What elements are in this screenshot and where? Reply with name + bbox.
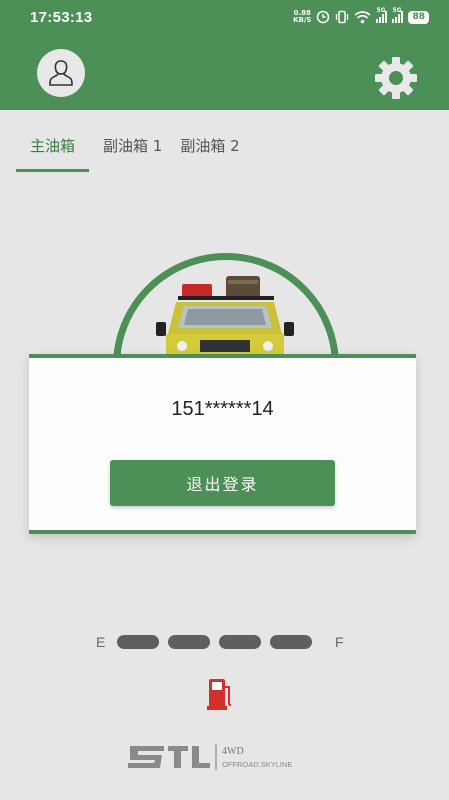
gauge-segment: [117, 635, 159, 649]
status-bar: 17:53:13 0.88 KB/S 5G 5G 88: [0, 0, 449, 34]
tab-aux-tank-2[interactable]: 副油箱 2: [180, 110, 239, 172]
tank-tabs: 主油箱 副油箱 1 副油箱 2: [0, 110, 449, 174]
gear-icon[interactable]: [374, 56, 418, 100]
signal-sim2-icon: 5G: [392, 7, 404, 23]
sim2-tag: 5G: [392, 7, 402, 14]
vehicle-image: [156, 276, 294, 358]
tab-aux-tank-1[interactable]: 副油箱 1: [103, 110, 162, 172]
network-speed-unit: KB/S: [293, 16, 312, 24]
user-avatar-icon[interactable]: [37, 49, 85, 97]
phone-number: 151******14: [171, 398, 274, 420]
gauge-segment: [219, 635, 261, 649]
status-icons: 0.88 KB/S 5G 5G 88: [293, 7, 429, 24]
gauge-empty-label: E: [96, 634, 106, 650]
fuel-pump-icon: [207, 679, 232, 710]
gauge-segment: [168, 635, 210, 649]
network-speed: 0.88 KB/S: [293, 10, 311, 24]
brand-logo-subtext: OFFROAD.SKYLINE: [222, 760, 292, 769]
signal-sim1-icon: 5G: [376, 7, 388, 23]
brand-logo: 4WD OFFROAD.SKYLINE: [128, 744, 292, 770]
battery-indicator: 88: [408, 10, 429, 24]
logout-button[interactable]: 退出登录: [110, 460, 335, 506]
app-bar: [0, 34, 449, 110]
wifi-icon: [354, 11, 371, 24]
gauge-segment: [270, 635, 312, 649]
vibrate-icon: [336, 10, 349, 24]
tab-main-tank[interactable]: 主油箱: [16, 110, 89, 172]
fuel-gauge: E F: [96, 630, 356, 654]
account-card: 151******14 退出登录: [29, 354, 416, 534]
alarm-icon: [317, 10, 330, 24]
gauge-full-label: F: [335, 634, 344, 650]
brand-logo-text: 4WD: [222, 746, 244, 757]
status-time: 17:53:13: [30, 8, 93, 26]
sim1-tag: 5G: [376, 7, 386, 14]
